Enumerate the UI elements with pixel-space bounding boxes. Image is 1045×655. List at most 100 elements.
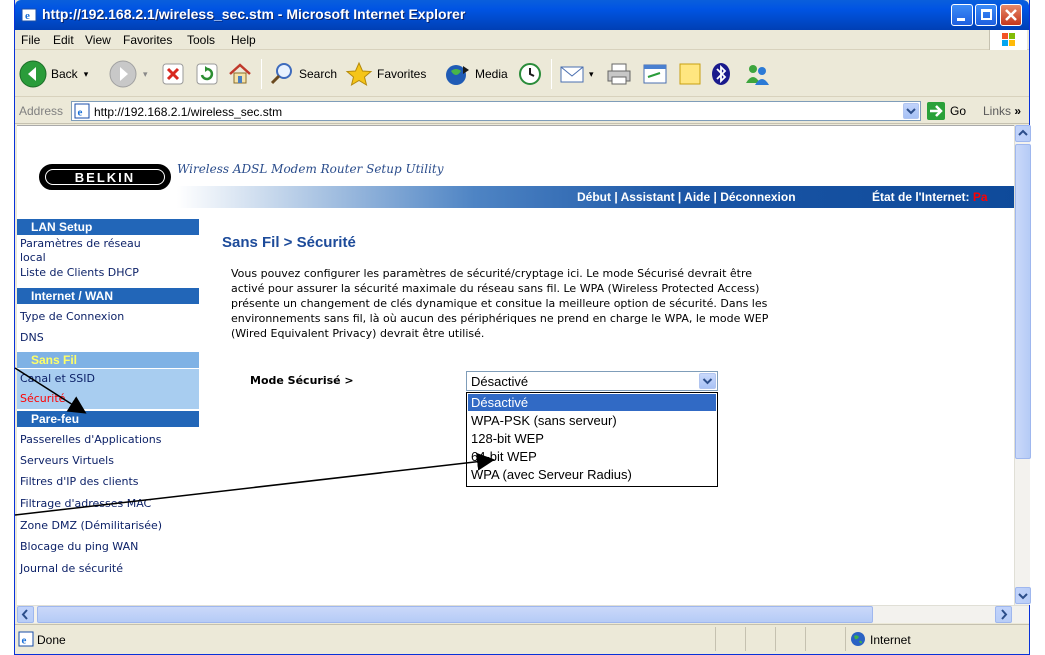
address-input[interactable]: e http://192.168.2.1/wireless_sec.stm	[71, 101, 921, 121]
status-text: Done	[37, 633, 66, 647]
sidebar-section-internet-wan[interactable]: Internet / WAN	[17, 288, 199, 304]
stop-button[interactable]	[161, 59, 185, 89]
go-arrow-icon	[927, 102, 945, 120]
svg-text:e: e	[22, 635, 27, 647]
status-bar: e Done Internet	[15, 624, 1029, 654]
edit-page-icon	[643, 64, 667, 84]
search-button[interactable]: Search	[269, 59, 337, 89]
history-icon	[519, 63, 541, 85]
option-wep-128[interactable]: 128-bit WEP	[468, 430, 716, 447]
mail-button[interactable]: ▾	[559, 59, 594, 89]
links-button[interactable]: Links »	[983, 104, 1021, 118]
bluetooth-icon	[712, 63, 730, 85]
refresh-icon	[196, 63, 218, 85]
belkin-logo: BELKIN	[39, 164, 171, 190]
vertical-scroll-thumb[interactable]	[1015, 144, 1031, 459]
menu-file[interactable]: File	[21, 33, 40, 47]
mail-icon	[560, 66, 584, 83]
option-disabled[interactable]: Désactivé	[468, 394, 716, 411]
sidebar-item-wan-ping-block[interactable]: Blocage du ping WAN	[17, 540, 199, 554]
refresh-button[interactable]	[195, 59, 219, 89]
sidebar-item-security[interactable]: Sécurité	[17, 389, 199, 409]
forward-dropdown-icon[interactable]: ▾	[143, 69, 148, 80]
back-dropdown-icon[interactable]: ▾	[84, 69, 89, 80]
minimize-button[interactable]	[951, 4, 973, 26]
bluetooth-button[interactable]	[709, 59, 733, 89]
option-wpa-psk[interactable]: WPA-PSK (sans serveur)	[468, 412, 716, 429]
menu-help[interactable]: Help	[231, 33, 256, 47]
ie-page-icon: e	[74, 103, 90, 119]
forward-button[interactable]: ▾	[109, 59, 148, 89]
back-button[interactable]: Back ▾	[19, 59, 88, 89]
security-mode-label: Mode Sécurisé >	[250, 374, 354, 387]
ie-icon: e	[21, 8, 37, 22]
window-title: http://192.168.2.1/wireless_sec.stm - Mi…	[42, 6, 466, 22]
sidebar-nav: LAN Setup Paramètres de réseau local List…	[17, 219, 199, 605]
sidebar-section-wireless[interactable]: Sans Fil	[17, 352, 199, 368]
scroll-up-button[interactable]	[1015, 125, 1031, 142]
menu-bar: File Edit View Favorites Tools Help	[15, 30, 1029, 50]
sidebar-item-app-gateways[interactable]: Passerelles d'Applications	[17, 433, 199, 447]
sidebar-item-connection-type[interactable]: Type de Connexion	[17, 310, 199, 324]
sidebar-item-lan-settings[interactable]: Paramètres de réseau local	[17, 237, 199, 265]
toolbar-separator	[551, 59, 552, 89]
menu-edit[interactable]: Edit	[53, 33, 74, 47]
scroll-right-button[interactable]	[995, 606, 1012, 623]
close-button[interactable]	[1000, 4, 1022, 26]
top-nav-links[interactable]: Début | Assistant | Aide | Déconnexion	[577, 190, 796, 204]
sidebar-item-dns[interactable]: DNS	[17, 331, 199, 345]
sidebar-item-dmz[interactable]: Zone DMZ (Démilitarisée)	[17, 519, 199, 533]
windows-logo-icon	[989, 30, 1027, 50]
security-mode-select[interactable]: Désactivé	[466, 371, 718, 391]
sidebar-item-virtual-servers[interactable]: Serveurs Virtuels	[17, 454, 199, 468]
security-mode-options: Désactivé WPA-PSK (sans serveur) 128-bit…	[466, 392, 718, 487]
page-done-icon: e	[18, 631, 34, 647]
menu-favorites[interactable]: Favorites	[123, 33, 172, 47]
address-dropdown-button[interactable]	[903, 103, 919, 119]
internet-status-value: Pa	[972, 190, 988, 204]
option-wep-64[interactable]: 64-bit WEP	[468, 448, 716, 465]
address-bar: Address e http://192.168.2.1/wireless_se…	[15, 98, 1029, 124]
globe-icon	[851, 632, 865, 646]
horizontal-scrollbar[interactable]	[17, 605, 1029, 623]
print-button[interactable]	[605, 59, 633, 89]
go-button[interactable]: Go	[927, 101, 966, 121]
sidebar-item-mac-filtering[interactable]: Filtrage d'adresses MAC	[17, 497, 199, 511]
history-button[interactable]	[517, 59, 543, 89]
home-button[interactable]	[227, 59, 253, 89]
media-button[interactable]: Media	[443, 59, 508, 89]
back-arrow-icon	[19, 60, 47, 88]
sidebar-item-channel-ssid[interactable]: Canal et SSID	[17, 369, 199, 389]
chevron-down-icon	[1018, 593, 1028, 600]
messenger-button[interactable]	[743, 59, 771, 89]
sidebar-item-dhcp-list[interactable]: Liste de Clients DHCP	[17, 266, 199, 280]
discuss-button[interactable]	[677, 59, 703, 89]
horizontal-scroll-thumb[interactable]	[37, 606, 873, 623]
sidebar-item-security-log[interactable]: Journal de sécurité	[17, 562, 199, 576]
svg-text:e: e	[78, 107, 83, 119]
sidebar-section-firewall[interactable]: Pare-feu	[17, 411, 199, 427]
mail-dropdown-icon[interactable]: ▾	[589, 69, 594, 80]
maximize-button[interactable]	[975, 4, 997, 26]
messenger-icon	[746, 65, 769, 85]
favorites-button[interactable]: Favorites	[345, 59, 426, 89]
sidebar-section-lan[interactable]: LAN Setup	[17, 219, 199, 235]
page-title: Sans Fil > Sécurité	[222, 234, 356, 251]
chevron-up-icon	[1018, 129, 1028, 136]
chevron-right-icon	[1001, 609, 1008, 620]
address-url: http://192.168.2.1/wireless_sec.stm	[94, 105, 283, 119]
select-dropdown-button[interactable]	[699, 373, 716, 389]
sidebar-item-ip-filters[interactable]: Filtres d'IP des clients	[17, 475, 199, 489]
scroll-down-button[interactable]	[1015, 587, 1031, 604]
title-bar[interactable]: e http://192.168.2.1/wireless_sec.stm - …	[15, 0, 1029, 30]
home-icon	[229, 63, 251, 84]
internet-status: État de l'Internet: Pa	[872, 190, 988, 204]
scroll-left-button[interactable]	[17, 606, 34, 623]
option-wpa-radius[interactable]: WPA (avec Serveur Radius)	[468, 466, 716, 483]
svg-text:e: e	[25, 10, 30, 22]
zone-label: Internet	[870, 633, 911, 647]
menu-tools[interactable]: Tools	[187, 33, 215, 47]
menu-view[interactable]: View	[85, 33, 111, 47]
edit-button[interactable]	[641, 59, 669, 89]
vertical-scrollbar[interactable]	[1014, 125, 1031, 605]
